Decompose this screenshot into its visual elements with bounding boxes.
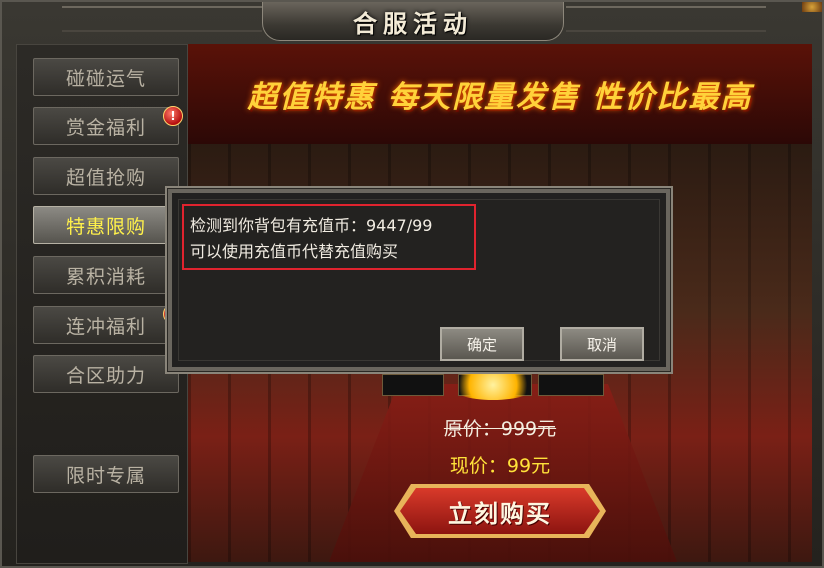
event-window: 合服活动 碰碰运气 赏金福利 ! 超值抢购 特惠限购 累积消耗 连冲福利 ! 合… xyxy=(0,0,824,568)
alert-badge-icon: ! xyxy=(163,106,183,126)
buy-now-button[interactable]: 立刻购买 xyxy=(400,488,600,534)
item-slot xyxy=(382,374,444,396)
item-slot xyxy=(538,374,604,396)
sidebar-item-lucky[interactable]: 碰碰运气 xyxy=(33,58,179,96)
promo-banner: 超值特惠 每天限量发售 性价比最高 xyxy=(188,44,812,144)
dialog-message-line2: 可以使用充值币代替充值购买 xyxy=(190,242,399,261)
sidebar-item-limited-offer[interactable]: 特惠限购 xyxy=(33,206,179,244)
title-bar: 合服活动 xyxy=(262,2,564,41)
original-price: 原价：999元 xyxy=(188,414,812,441)
window-title: 合服活动 xyxy=(353,9,473,38)
confirm-button[interactable]: 确定 xyxy=(440,327,524,361)
current-price: 现价：99元 xyxy=(449,455,551,477)
original-price-text: 原价：999元 xyxy=(443,418,557,440)
sidebar-item-cumulative-spend[interactable]: 累积消耗 xyxy=(33,256,179,294)
dialog-message-line1: 检测到你背包有充值币：9447/99 xyxy=(190,216,433,235)
confirm-dialog: 检测到你背包有充值币：9447/99 可以使用充值币代替充值购买 确定 取消 xyxy=(168,189,670,371)
sidebar: 碰碰运气 赏金福利 ! 超值抢购 特惠限购 累积消耗 连冲福利 ! 合区助力 限… xyxy=(16,44,188,564)
sidebar-item-flash-sale[interactable]: 超值抢购 xyxy=(33,157,179,195)
item-glow xyxy=(448,370,538,400)
sidebar-item-exclusive[interactable]: 限时专属 xyxy=(33,455,179,493)
banner-text: 超值特惠 每天限量发售 性价比最高 xyxy=(247,80,753,115)
dialog-message: 检测到你背包有充值币：9447/99 可以使用充值币代替充值购买 xyxy=(182,204,476,270)
sidebar-item-recharge-bonus[interactable]: 连冲福利 xyxy=(33,306,179,344)
corner-ornament-icon xyxy=(802,2,822,12)
sidebar-item-server-assist[interactable]: 合区助力 xyxy=(33,355,179,393)
cancel-button[interactable]: 取消 xyxy=(560,327,644,361)
title-ornament-left xyxy=(62,6,262,32)
sidebar-item-bounty[interactable]: 赏金福利 xyxy=(33,107,179,145)
title-ornament-right xyxy=(566,6,766,32)
